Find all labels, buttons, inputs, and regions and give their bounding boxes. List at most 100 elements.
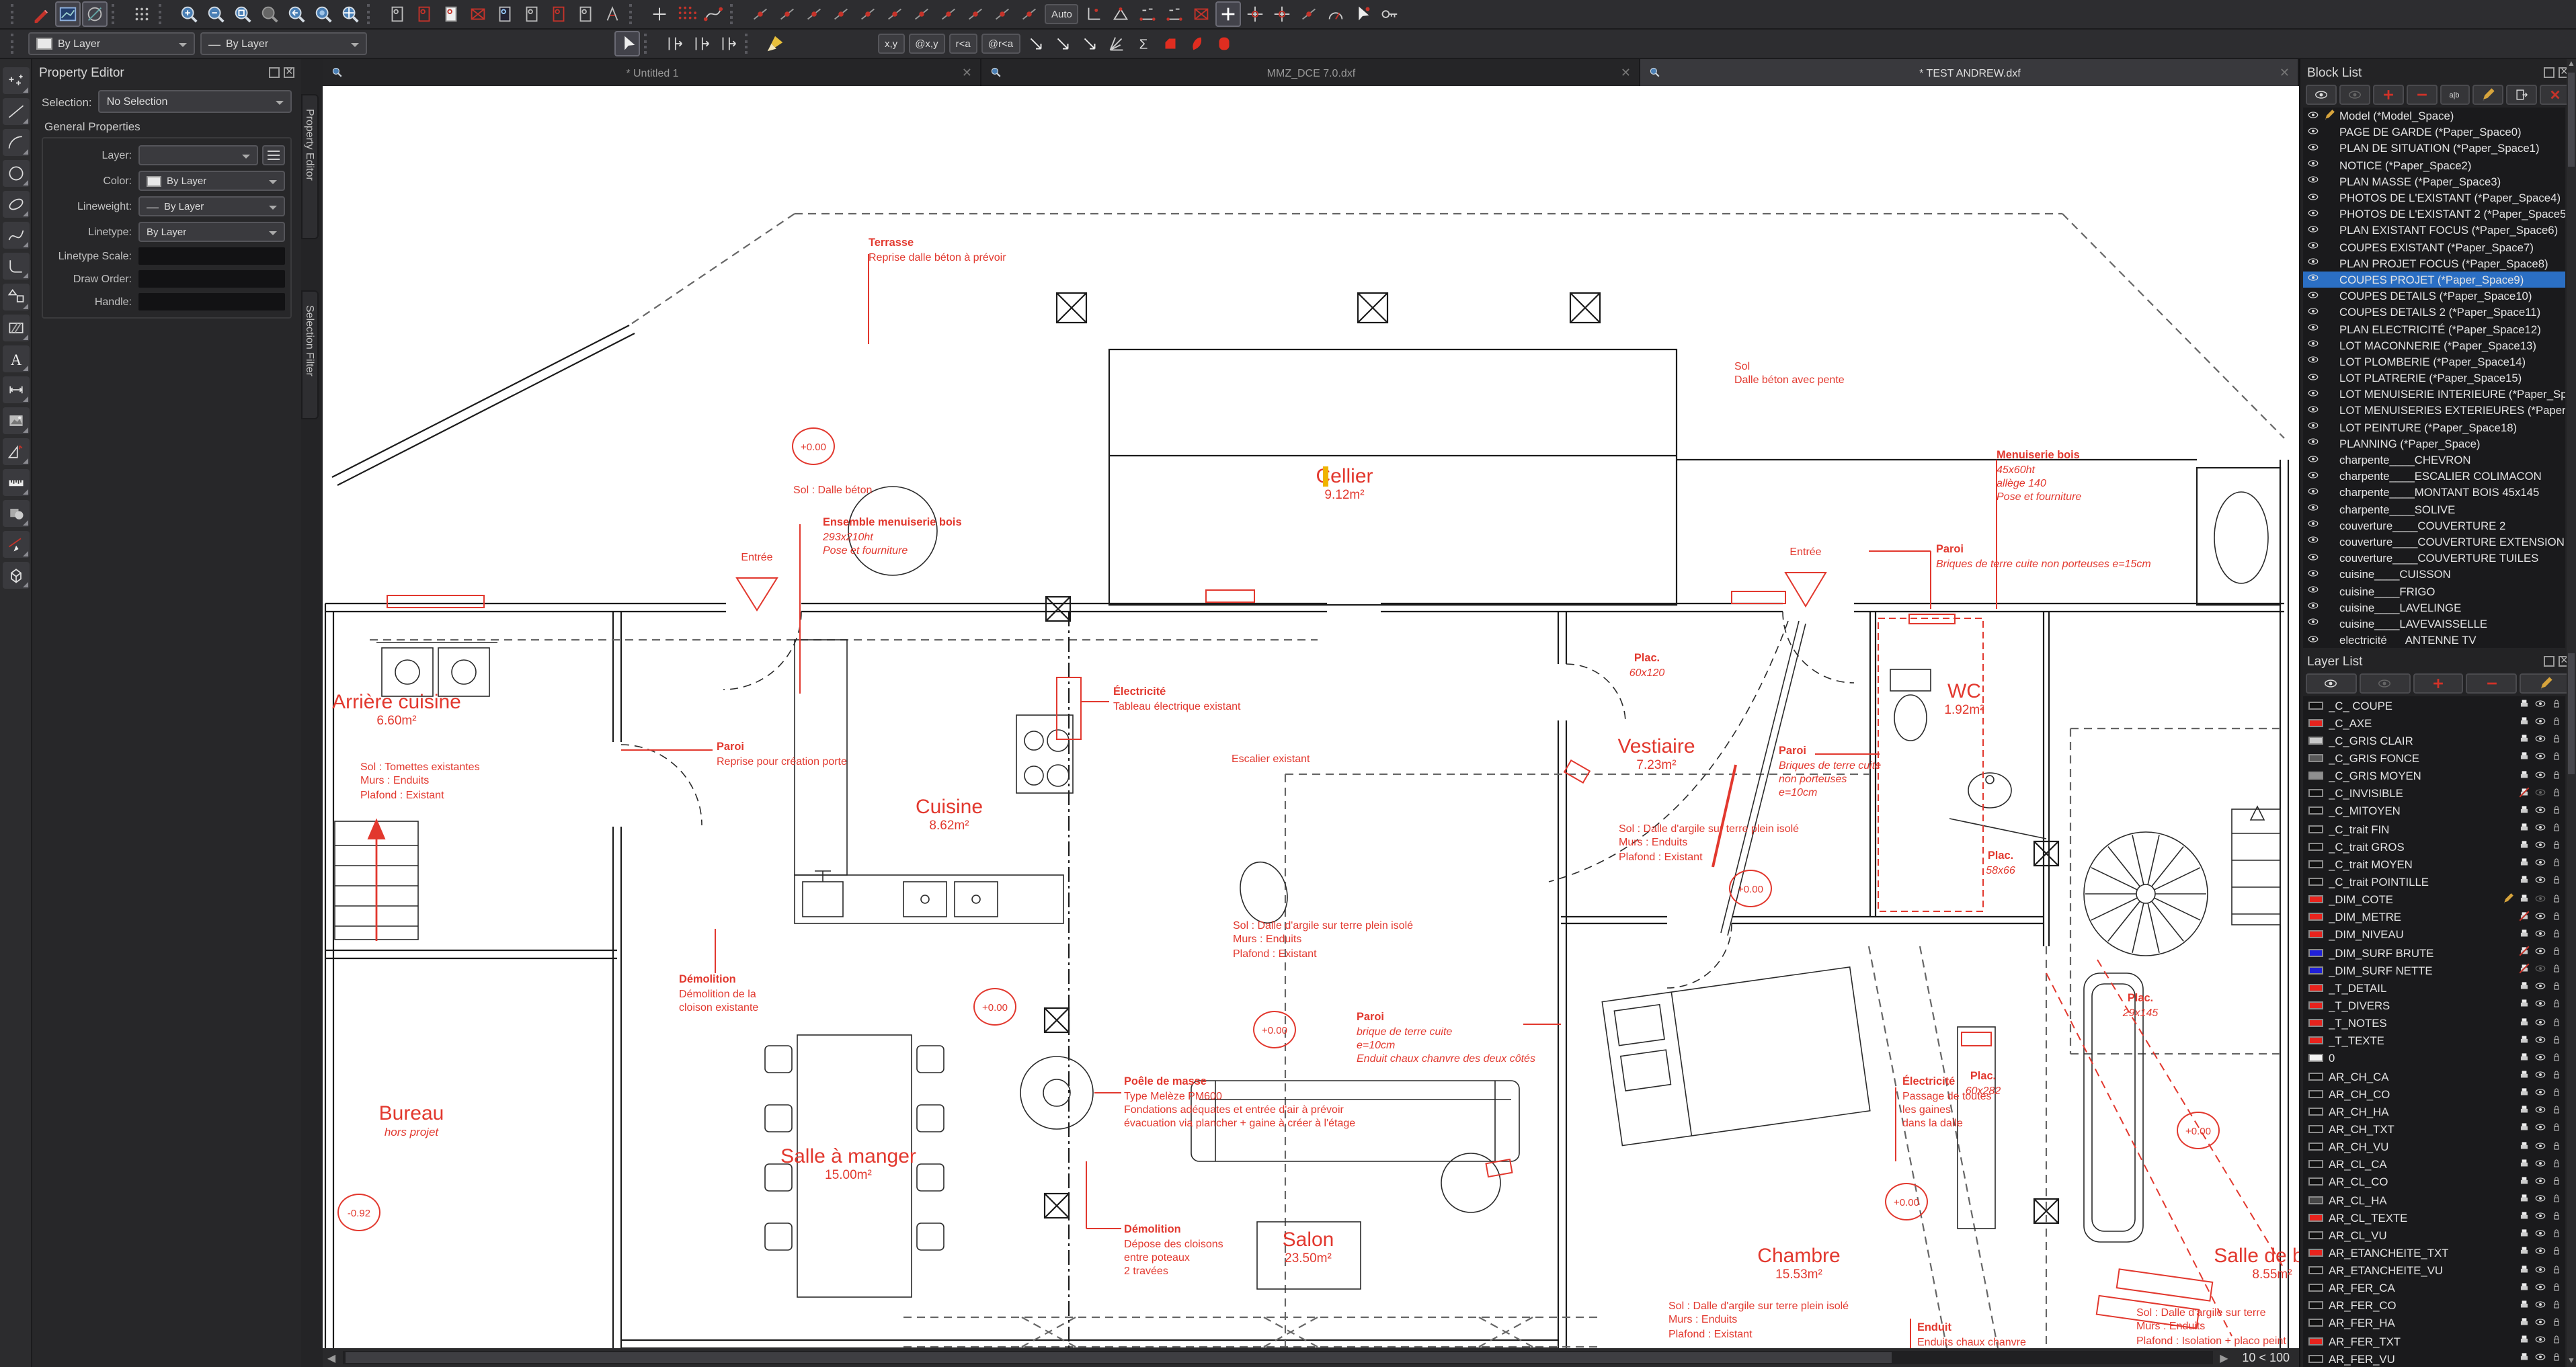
lock-icon[interactable] (2550, 892, 2563, 907)
arrowd-icon-button[interactable] (1022, 31, 1048, 56)
lock-icon[interactable] (2550, 1245, 2563, 1260)
eye-icon[interactable] (2534, 751, 2546, 765)
eye-icon[interactable] (2534, 910, 2546, 925)
dim12-icon-button[interactable] (1162, 1, 1188, 27)
lock-icon[interactable] (2550, 910, 2563, 925)
layer-list-item[interactable]: _C_GRIS CLAIR (2303, 732, 2565, 749)
block-list-item[interactable]: couverture____COUVERTURE TUILES (2303, 550, 2565, 566)
auto-snap-button[interactable]: Auto (1045, 4, 1079, 24)
lock-icon[interactable] (2550, 1298, 2563, 1313)
document-tab[interactable]: * TEST ANDREW.dxf ✕ (1640, 59, 2299, 86)
layer-color-swatch[interactable] (2308, 948, 2323, 957)
layer-list-plus-button[interactable] (2413, 673, 2464, 694)
coordinate-entry-button[interactable]: @r<a (981, 34, 1020, 54)
eye-icon[interactable] (2534, 1033, 2546, 1048)
lineweight-field[interactable]: — By Layer (138, 196, 285, 216)
block-list-item[interactable]: PLAN EXISTANT FOCUS (*Paper_Space6) (2303, 222, 2565, 239)
draworder-field[interactable] (138, 270, 285, 288)
eye-icon[interactable] (2534, 1157, 2546, 1171)
layer-color-swatch[interactable] (2308, 1177, 2323, 1186)
block-list-item[interactable]: charpente____ESCALIER COLIMACON (2303, 468, 2565, 484)
lock-icon[interactable] (2550, 927, 2563, 942)
layer-list-item[interactable]: AR_FER_CO (2303, 1297, 2565, 1315)
layer-list-item[interactable]: AR_CH_HA (2303, 1102, 2565, 1120)
layer-color-swatch[interactable] (2308, 877, 2323, 886)
layer-color-swatch[interactable] (2308, 1319, 2323, 1327)
layer-list-item[interactable]: AR_CL_CO (2303, 1173, 2565, 1191)
eye-icon[interactable] (2307, 370, 2319, 385)
printer-icon[interactable] (2518, 804, 2530, 819)
brush-icon-button[interactable] (762, 31, 788, 56)
printer-icon[interactable] (2518, 1192, 2530, 1207)
lock-icon[interactable] (2550, 945, 2563, 960)
eye-icon[interactable] (2307, 567, 2319, 582)
printer-icon[interactable] (2518, 857, 2530, 872)
layer-list-item[interactable]: AR_CH_TXT (2303, 1120, 2565, 1138)
block-list-item[interactable]: PHOTOS DE L'EXISTANT (*Paper_Space4) (2303, 190, 2565, 206)
block-list-export-button[interactable] (2506, 85, 2538, 105)
eye-icon[interactable] (2307, 387, 2319, 402)
block-list-item[interactable]: cuisine____LAVEVAISSELLE (2303, 616, 2565, 632)
layer-list-item[interactable]: AR_FER_HA (2303, 1315, 2565, 1332)
dimension-tool-button[interactable] (2, 376, 29, 403)
toolbar-drag-handle[interactable] (11, 4, 22, 24)
arc-tool-button[interactable] (2, 129, 29, 156)
layer-list-item[interactable]: _DIM_SURF NETTE (2303, 961, 2565, 979)
layer-color-swatch[interactable] (2308, 913, 2323, 921)
viewport-icon-button[interactable] (55, 1, 81, 27)
layer-list-item[interactable]: _C_GRIS MOYEN (2303, 767, 2565, 784)
printer-icon[interactable] (2518, 1352, 2530, 1366)
snap-icon-button[interactable] (774, 1, 800, 27)
printer-icon[interactable] (2518, 1333, 2530, 1348)
scrollbar-thumb[interactable] (346, 1352, 1892, 1363)
zoom-out-icon-button[interactable] (203, 1, 229, 27)
lock-icon[interactable] (2550, 733, 2563, 748)
block-list-plus-button[interactable] (2372, 85, 2404, 105)
eye-icon[interactable] (2534, 1245, 2546, 1260)
plus-box-icon-button[interactable] (647, 1, 672, 27)
block-list-item[interactable]: PHOTOS DE L'EXISTANT 2 (*Paper_Space5) (2303, 206, 2565, 222)
layer-color-swatch[interactable] (2308, 983, 2323, 992)
lock-icon[interactable] (2550, 857, 2563, 872)
eye-icon[interactable] (2307, 157, 2319, 172)
close-tab-icon[interactable]: ✕ (962, 65, 972, 80)
printer-icon[interactable] (2518, 1086, 2530, 1101)
line-tool-button[interactable] (2, 98, 29, 125)
arrowd-icon-button[interactable] (1049, 31, 1075, 56)
lock-icon[interactable] (2550, 751, 2563, 765)
eye-icon[interactable] (2534, 821, 2546, 836)
block-list-item[interactable]: charpente____SOLIVE (2303, 501, 2565, 517)
parallel-icon-button[interactable] (688, 31, 714, 56)
lock-icon[interactable] (2550, 1122, 2563, 1136)
block-list-item[interactable]: LOT PEINTURE (*Paper_Space18) (2303, 419, 2565, 435)
gauge-icon-button[interactable] (1324, 1, 1349, 27)
layer-list-item[interactable]: _C_INVISIBLE (2303, 784, 2565, 802)
cross-dot-icon-button[interactable] (1243, 1, 1269, 27)
eye-icon[interactable] (2534, 981, 2546, 995)
snap-icon-button[interactable] (828, 1, 854, 27)
layer-color-swatch[interactable] (2308, 806, 2323, 815)
zoom-ext-icon-button[interactable] (230, 1, 255, 27)
text-tool-button[interactable]: A (2, 345, 29, 372)
eye-icon[interactable] (2534, 1139, 2546, 1154)
snap-icon-button[interactable] (882, 1, 908, 27)
boolean-tool-button[interactable] (2, 500, 29, 527)
layer-list-item[interactable]: AR_ETANCHEITE_VU (2303, 1261, 2565, 1279)
close-tab-icon[interactable]: ✕ (1621, 65, 1631, 80)
printer-icon[interactable] (2518, 1245, 2530, 1260)
printer-icon[interactable] (2518, 1316, 2530, 1331)
layer-list-item[interactable]: _C_GRIS FONCE (2303, 749, 2565, 767)
zoomrev-icon-button[interactable] (284, 1, 309, 27)
horizontal-scrollbar[interactable]: ◀ ▶ 10 < 100 (323, 1348, 2299, 1367)
printer-icon[interactable] (2518, 786, 2530, 801)
layer-color-swatch[interactable] (2308, 1354, 2323, 1363)
hatch-tool-button[interactable] (2, 315, 29, 341)
block-list-eye-button[interactable] (2306, 85, 2337, 105)
lock-icon[interactable] (2550, 1016, 2563, 1030)
block-list-item[interactable]: Model (*Model_Space) (2303, 108, 2565, 124)
eye-icon[interactable] (2534, 1263, 2546, 1278)
float-panel-icon[interactable] (269, 67, 280, 78)
layer-list-pencil-button[interactable] (2520, 673, 2571, 694)
eye-icon[interactable] (2307, 272, 2319, 287)
block-list-item[interactable]: LOT MACONNERIE (*Paper_Space13) (2303, 337, 2565, 353)
